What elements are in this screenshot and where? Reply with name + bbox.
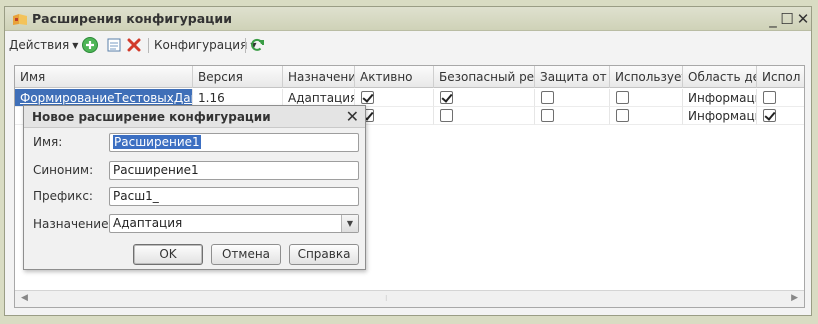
configuration-menu[interactable]: Конфигурация ▼ <box>154 38 256 52</box>
dialog-titlebar[interactable]: Новое расширение конфигурации ✕ <box>24 106 365 128</box>
scroll-right-icon[interactable]: ▶ <box>791 293 798 303</box>
cell-uses <box>610 89 683 107</box>
purpose-select[interactable]: Адаптация ▼ <box>109 214 359 233</box>
dialog-close-icon[interactable]: ✕ <box>346 107 359 126</box>
column-header-version[interactable]: Версия <box>193 66 283 88</box>
synonym-label: Синоним: <box>33 163 94 177</box>
chevron-down-icon: ▼ <box>72 41 79 50</box>
toolbar-separator <box>148 38 149 53</box>
name-label: Имя: <box>33 135 63 149</box>
uses-checkbox[interactable] <box>616 109 629 122</box>
horizontal-scrollbar[interactable]: ◀ ⁝ ▶ <box>15 290 804 307</box>
chevron-down-icon[interactable]: ▼ <box>341 215 358 232</box>
prefix-field[interactable]: Расш1_ <box>109 187 359 206</box>
cell-active <box>355 107 434 125</box>
protection-checkbox[interactable] <box>541 109 554 122</box>
cell-use2 <box>757 107 804 125</box>
dialog-title: Новое расширение конфигурации <box>32 110 271 124</box>
actions-menu[interactable]: Действия ▼ <box>9 38 78 52</box>
cell-area: Информаци... <box>683 107 757 125</box>
safe-mode-checkbox[interactable] <box>440 91 453 104</box>
use2-checkbox[interactable] <box>763 91 776 104</box>
delete-icon[interactable] <box>125 36 143 54</box>
column-header-safe-mode[interactable]: Безопасный реж... <box>434 66 535 88</box>
help-button[interactable]: Справка <box>289 244 359 265</box>
safe-mode-checkbox[interactable] <box>440 109 453 122</box>
name-field-value: Расширение1 <box>113 135 201 149</box>
cell-protection <box>535 89 610 107</box>
column-header-use2[interactable]: Испол <box>757 66 804 88</box>
cell-safe-mode <box>434 107 535 125</box>
column-header-area[interactable]: Область де... <box>683 66 757 88</box>
prefix-label: Префикс: <box>33 189 93 203</box>
toolbar-separator <box>245 38 246 53</box>
uses-checkbox[interactable] <box>616 91 629 104</box>
copy-icon[interactable] <box>105 36 123 54</box>
cancel-button[interactable]: Отмена <box>211 244 281 265</box>
table-header: Имя Версия Назначение Активно Безопасный… <box>15 66 804 88</box>
active-checkbox[interactable] <box>361 91 374 104</box>
use2-checkbox[interactable] <box>763 109 776 122</box>
scroll-grip-icon[interactable]: ⁝ <box>385 294 388 303</box>
cell-protection <box>535 107 610 125</box>
scroll-left-icon[interactable]: ◀ <box>21 293 28 303</box>
column-header-protection[interactable]: Защита от ... <box>535 66 610 88</box>
purpose-label: Назначение: <box>33 217 113 231</box>
ok-button[interactable]: OK <box>133 244 203 265</box>
column-header-uses[interactable]: Используетс... <box>610 66 683 88</box>
extensions-window: Расширения конфигурации _ ☐ ✕ Действия ▼ … <box>4 6 812 316</box>
cell-active <box>355 89 434 107</box>
toolbar: Действия ▼ Конфигурация ▼ <box>5 32 811 58</box>
close-button[interactable]: ✕ <box>793 9 813 29</box>
column-header-purpose[interactable]: Назначение <box>283 66 355 88</box>
synonym-field[interactable]: Расширение1 <box>109 161 359 180</box>
window-titlebar[interactable]: Расширения конфигурации _ ☐ ✕ <box>5 7 811 31</box>
refresh-icon[interactable] <box>248 36 266 54</box>
name-field[interactable]: Расширение1 <box>109 133 359 152</box>
new-extension-dialog: Новое расширение конфигурации ✕ Имя: Рас… <box>23 105 366 270</box>
cell-area: Информаци... <box>683 89 757 107</box>
purpose-select-value: Адаптация <box>113 216 183 230</box>
cell-uses <box>610 107 683 125</box>
cell-safe-mode <box>434 89 535 107</box>
window-title: Расширения конфигурации <box>32 11 232 26</box>
configuration-menu-label: Конфигурация <box>154 38 248 52</box>
protection-checkbox[interactable] <box>541 91 554 104</box>
column-header-active[interactable]: Активно <box>355 66 434 88</box>
column-header-name[interactable]: Имя <box>15 66 193 88</box>
cell-use2 <box>757 89 804 107</box>
add-icon[interactable] <box>81 36 99 54</box>
actions-menu-label: Действия <box>9 38 70 52</box>
extensions-app-icon <box>13 14 27 25</box>
